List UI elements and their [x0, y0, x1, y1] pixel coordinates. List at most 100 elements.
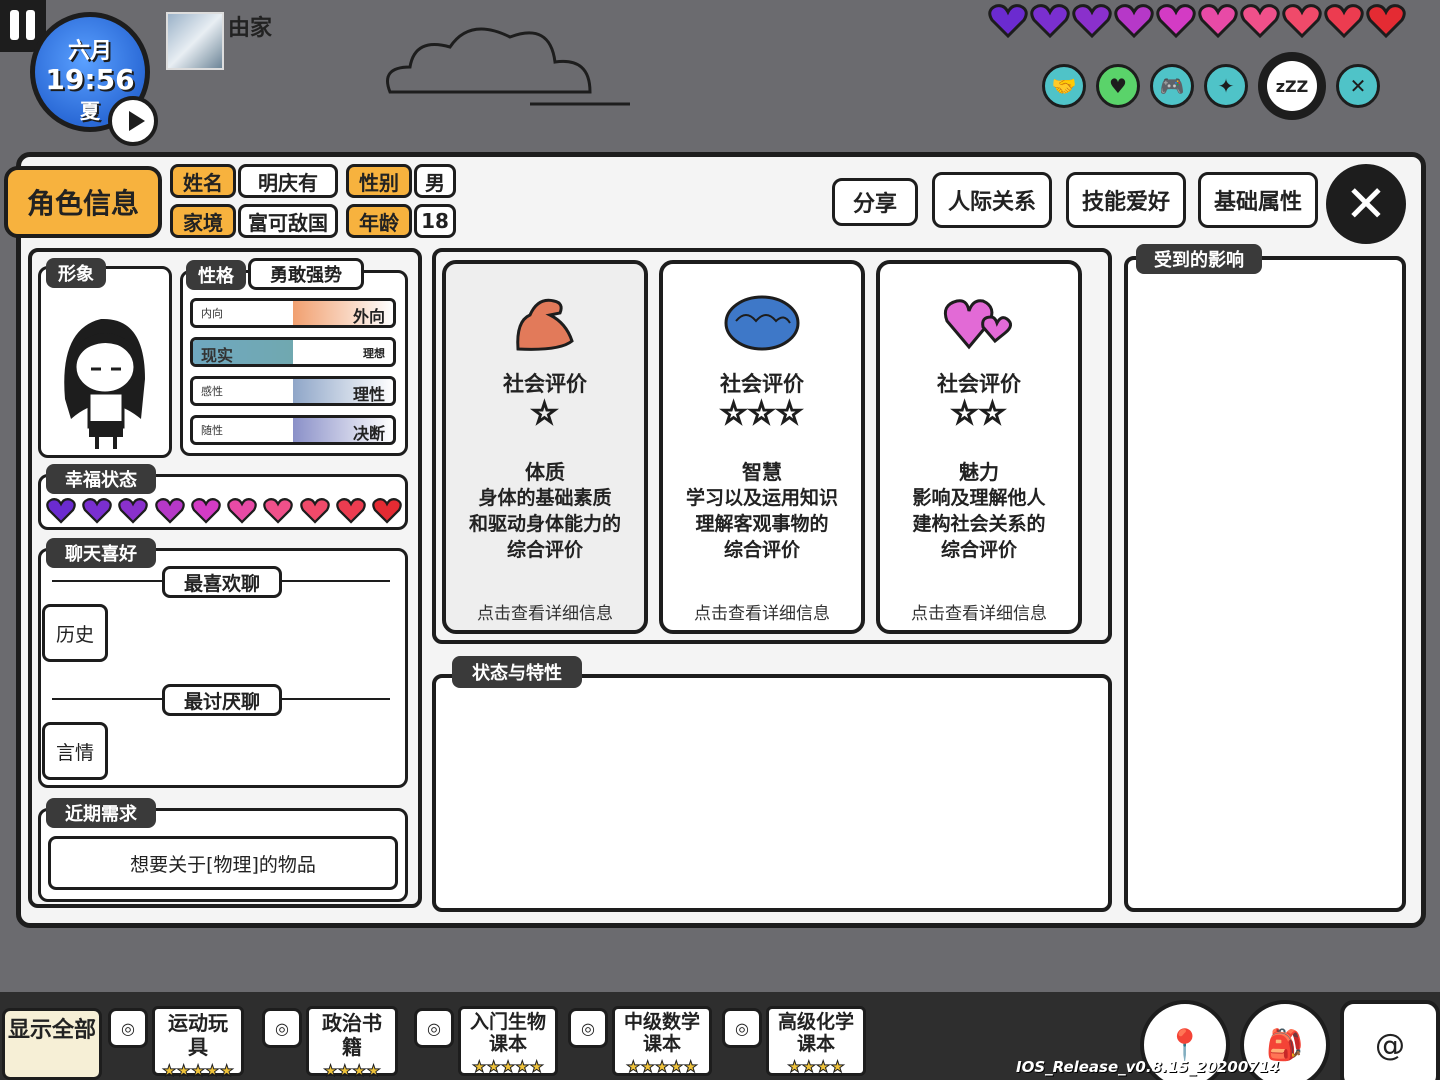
share-button[interactable]: 分享 [832, 178, 918, 226]
family-label: 家境 [170, 204, 236, 238]
mood-heart-icon [1072, 4, 1112, 38]
item-name: 高级化学课本 [777, 1011, 854, 1055]
attribute-card[interactable]: 社会评价 ☆ 体质 身体的基础素质 和驱动身体能力的 综合评价 点击查看详细信息 [442, 260, 648, 634]
inventory-item[interactable]: ◎ 高级化学课本 ★★★★ [722, 1006, 866, 1077]
happiness-heart-icon [191, 498, 221, 526]
item-icon: ◎ [414, 1008, 454, 1048]
influence-box [1124, 256, 1406, 912]
status-title: 状态与特性 [452, 656, 582, 688]
item-icon: ◎ [568, 1008, 608, 1048]
like-topic: 历史 [42, 604, 108, 662]
item-name: 运动玩具 [168, 1011, 228, 1059]
version-label: IOS_Release_v0.8.15_20200714 [1016, 1058, 1280, 1076]
tab-basic-attributes[interactable]: 基础属性 [1198, 172, 1318, 228]
gamepad-icon[interactable]: 🎮 [1150, 64, 1194, 108]
card-description: 影响及理解他人 建构社会关系的 综合评价 [912, 487, 1046, 561]
player-avatar[interactable] [166, 12, 224, 70]
attribute-card[interactable]: 社会评价 ☆☆☆ 智慧 学习以及运用知识 理解客观事物的 综合评价 点击查看详细… [659, 260, 865, 634]
inventory-item[interactable]: ◎ 中级数学课本 ★★★★★ [568, 1006, 712, 1077]
happiness-heart-icon [46, 498, 76, 526]
card-description: 学习以及运用知识 理解客观事物的 综合评价 [685, 487, 838, 561]
mood-heart-icon [1240, 4, 1280, 38]
play-speed-button[interactable] [108, 96, 158, 146]
name-value: 明庆有 [238, 164, 338, 198]
mood-heart-icon [1156, 4, 1196, 38]
muscle-arm-icon [446, 286, 644, 360]
show-all-button[interactable]: 显示全部 [2, 1008, 102, 1080]
item-name: 中级数学课本 [623, 1011, 700, 1055]
close-button[interactable]: ✕ [1326, 164, 1406, 244]
card-description: 身体的基础素质 和驱动身体能力的 综合评价 [468, 487, 621, 561]
happiness-heart-icon [263, 498, 294, 526]
item-icon: ◎ [722, 1008, 762, 1048]
mood-heart-icon [988, 4, 1028, 38]
needs-title: 近期需求 [46, 798, 156, 828]
notebook-icon[interactable]: @ [1340, 1000, 1440, 1080]
card-stars: ☆☆☆ [719, 396, 804, 431]
card-hint: 点击查看详细信息 [477, 604, 613, 624]
tab-skills-hobbies[interactable]: 技能爱好 [1066, 172, 1186, 228]
personality-slider: 内向 外向 [190, 298, 396, 328]
mood-heart-icon [1030, 4, 1070, 38]
attribute-card[interactable]: 社会评价 ☆☆ 魅力 影响及理解他人 建构社会关系的 综合评价 点击查看详细信息 [876, 260, 1082, 634]
inventory-item[interactable]: ◎ 政治书籍 ★★★★ [262, 1006, 398, 1080]
sleep-text: zZZ [1267, 61, 1317, 111]
mood-heart-icon [1282, 4, 1322, 38]
heart-icon[interactable]: ♥ [1096, 64, 1140, 108]
clock-month: 六月 [67, 39, 112, 64]
item-icon: ◎ [108, 1008, 148, 1048]
happiness-heart-icon [82, 498, 113, 526]
family-value: 富可敌国 [238, 204, 338, 238]
status-traits-box [432, 674, 1112, 912]
character-portrait [64, 318, 145, 449]
card-rating-title: 社会评价 [937, 372, 1021, 396]
happiness-heart-icon [227, 498, 257, 526]
item-name: 政治书籍 [322, 1011, 382, 1059]
slider-right-label: 理想 [363, 347, 385, 360]
card-hint: 点击查看详细信息 [694, 604, 830, 624]
slider-left-label: 随性 [201, 424, 223, 437]
chat-title: 聊天喜好 [46, 538, 156, 568]
happiness-heart-icon [372, 498, 402, 526]
handshake-icon[interactable]: 🤝 [1042, 64, 1086, 108]
mood-heart-icon [1324, 4, 1364, 38]
card-attribute-name: 体质 [525, 460, 565, 484]
age-label: 年龄 [346, 204, 412, 238]
mood-heart-icon [1198, 4, 1238, 38]
happiness-title: 幸福状态 [46, 464, 156, 494]
fork-knife-icon[interactable]: ✕ [1336, 64, 1380, 108]
sparkle-icon[interactable]: ✦ [1204, 64, 1248, 108]
inventory-item[interactable]: ◎ 入门生物课本 ★★★★★ [414, 1006, 558, 1077]
influence-title: 受到的影响 [1136, 244, 1262, 274]
card-stars: ☆☆ [950, 396, 1007, 431]
item-stars: ★★★★ [787, 1057, 845, 1077]
item-stars: ★★★★ [323, 1061, 381, 1080]
gender-value: 男 [414, 164, 456, 198]
inventory-item[interactable]: ◎ 运动玩具 ★★★★★ [108, 1006, 244, 1080]
cloud-doodle [386, 27, 630, 106]
player-name: 由家 [228, 16, 273, 41]
mood-heart-icon [1366, 4, 1406, 38]
card-attribute-name: 魅力 [959, 460, 999, 484]
tab-relationships[interactable]: 人际关系 [932, 172, 1052, 228]
role-info-tab[interactable]: 角色信息 [4, 166, 162, 238]
dislike-label: 最讨厌聊 [162, 684, 282, 716]
personality-value: 勇敢强势 [248, 258, 364, 290]
needs-value: 想要关于[物理]的物品 [48, 836, 398, 890]
item-stars: ★★★★★ [472, 1057, 545, 1077]
slider-left-label: 现实 [201, 346, 234, 365]
happiness-heart-icon [335, 498, 366, 526]
name-label: 姓名 [170, 164, 236, 198]
image-title: 形象 [46, 258, 106, 288]
slider-right-label: 外向 [352, 307, 385, 326]
happiness-heart-icon [299, 498, 330, 526]
portrait-box [38, 266, 172, 458]
card-hint: 点击查看详细信息 [911, 604, 1047, 624]
mood-hearts [988, 4, 1406, 38]
item-stars: ★★★★★ [162, 1061, 235, 1080]
sleep-icon[interactable]: zZZ [1258, 52, 1326, 120]
happiness-meter [46, 498, 402, 526]
card-rating-title: 社会评价 [503, 372, 587, 396]
item-name: 入门生物课本 [469, 1011, 546, 1055]
personality-slider: 现实 理想 [190, 337, 396, 367]
